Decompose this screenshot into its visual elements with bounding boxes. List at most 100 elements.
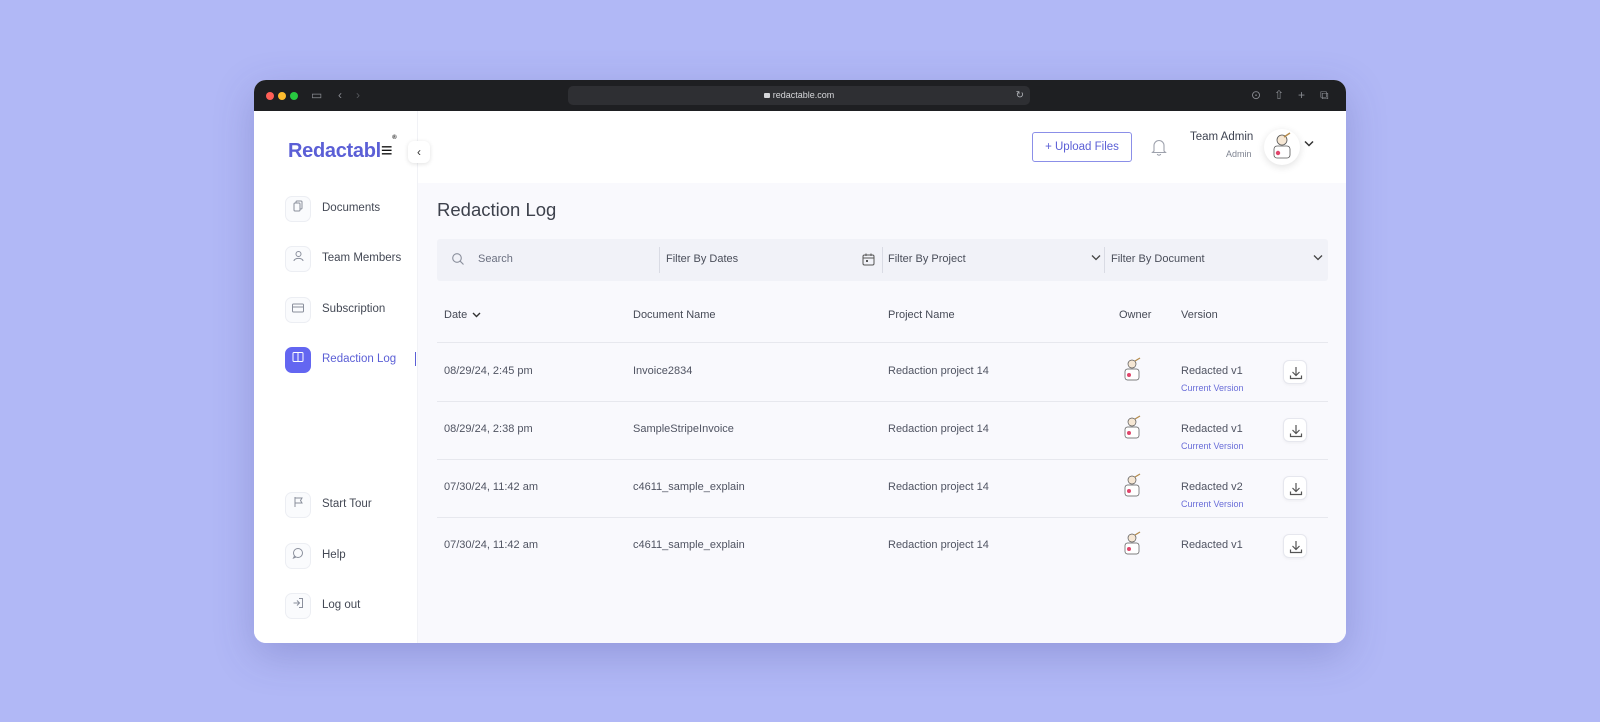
logout-icon xyxy=(285,593,311,619)
row-project-name: Redaction project 14 xyxy=(888,539,989,551)
download-button[interactable] xyxy=(1283,534,1307,558)
download-button[interactable] xyxy=(1283,360,1307,384)
sidebar-item-team-members[interactable]: Team Members xyxy=(285,246,415,274)
user-icon xyxy=(285,246,311,272)
sidebar-item-label: Subscription xyxy=(322,303,386,315)
row-version: Redacted v1 xyxy=(1181,539,1243,551)
filter-by-document[interactable]: Filter By Document xyxy=(1111,253,1205,265)
sidebar-item-subscription[interactable]: Subscription xyxy=(285,297,415,325)
avatar[interactable] xyxy=(1264,129,1300,165)
new-tab-icon[interactable]: + xyxy=(1298,88,1305,102)
sidebar-toggle-icon[interactable]: ▭ xyxy=(311,88,322,102)
url-text: redactable.com xyxy=(772,90,835,100)
documents-icon xyxy=(285,196,311,222)
upload-files-button[interactable]: + Upload Files xyxy=(1032,132,1132,162)
card-icon xyxy=(285,297,311,323)
row-version: Redacted v1 xyxy=(1181,365,1243,377)
sidebar-item-label: Start Tour xyxy=(322,498,372,510)
download-icon xyxy=(1289,425,1303,438)
active-indicator xyxy=(415,352,416,366)
download-icon xyxy=(1289,541,1303,554)
filter-by-dates[interactable]: Filter By Dates xyxy=(666,253,738,265)
tabs-overview-icon[interactable]: ⧉ xyxy=(1320,88,1329,102)
owner-avatar xyxy=(1124,531,1141,555)
reload-icon[interactable]: ↻ xyxy=(1016,86,1024,105)
owner-avatar xyxy=(1124,415,1141,439)
row-project-name: Redaction project 14 xyxy=(888,481,989,493)
downloads-icon[interactable]: ⊙ xyxy=(1251,88,1261,102)
table-row[interactable]: 08/29/24, 2:38 pm SampleStripeInvoice Re… xyxy=(437,401,1328,459)
calendar-icon[interactable] xyxy=(862,253,875,266)
back-icon[interactable]: ‹ xyxy=(338,88,342,102)
owner-avatar xyxy=(1124,357,1141,381)
close-window-button[interactable] xyxy=(266,92,274,100)
search-input[interactable]: Search xyxy=(478,253,513,265)
maximize-window-button[interactable] xyxy=(290,92,298,100)
page-title: Redaction Log xyxy=(437,199,557,220)
sidebar-item-redaction-log[interactable]: Redaction Log xyxy=(285,347,416,375)
logo-text: Redactabl xyxy=(288,140,381,162)
browser-window: ▭ ‹ › redactable.com ↻ ⊙ ⇧ + ⧉ Redactabl… xyxy=(254,80,1346,643)
download-button[interactable] xyxy=(1283,418,1307,442)
sidebar-item-start-tour[interactable]: Start Tour xyxy=(285,492,415,520)
logo-registered: ® xyxy=(392,135,397,142)
column-header-label: Date xyxy=(444,309,468,321)
sidebar-item-label: Team Members xyxy=(322,252,402,264)
row-date: 08/29/24, 2:45 pm xyxy=(444,365,533,377)
sidebar-item-documents[interactable]: Documents xyxy=(285,196,415,224)
sidebar: Redactabl≡® ‹ Documents Team Members Sub… xyxy=(254,111,430,643)
filter-by-project[interactable]: Filter By Project xyxy=(888,253,966,265)
column-header-document-name: Document Name xyxy=(633,309,716,321)
address-bar[interactable]: redactable.com ↻ xyxy=(568,86,1030,105)
row-version: Redacted v2 xyxy=(1181,481,1243,493)
filter-bar: Search Filter By Dates Filter By Project… xyxy=(437,239,1328,281)
table-row[interactable]: 08/29/24, 2:45 pm Invoice2834 Redaction … xyxy=(437,343,1328,401)
lock-icon xyxy=(763,93,770,98)
row-document-name: c4611_sample_explain xyxy=(633,481,745,493)
row-project-name: Redaction project 14 xyxy=(888,423,989,435)
sidebar-item-help[interactable]: Help xyxy=(285,543,415,571)
browser-toolbar: ▭ ‹ › redactable.com ↻ ⊙ ⇧ + ⧉ xyxy=(254,80,1346,111)
collapse-sidebar-button[interactable]: ‹ xyxy=(408,141,430,163)
bell-icon[interactable] xyxy=(1150,137,1168,157)
flag-icon xyxy=(285,492,311,518)
divider xyxy=(882,247,883,273)
chat-icon xyxy=(285,543,311,569)
download-icon xyxy=(1289,367,1303,380)
sort-chevron-icon xyxy=(472,310,481,320)
column-header-owner: Owner xyxy=(1119,309,1152,321)
current-version-label: Current Version xyxy=(1181,441,1244,451)
chevron-down-icon[interactable] xyxy=(1304,139,1314,150)
chevron-down-icon[interactable] xyxy=(1313,254,1323,261)
forward-icon[interactable]: › xyxy=(356,88,360,102)
redactable-logo[interactable]: Redactabl≡® xyxy=(288,135,397,163)
divider xyxy=(1104,247,1105,273)
owner-avatar xyxy=(1124,473,1141,497)
current-version-label: Current Version xyxy=(1181,499,1244,509)
sidebar-item-label: Log out xyxy=(322,599,361,611)
search-icon xyxy=(452,253,464,265)
column-header-date[interactable]: Date xyxy=(444,309,481,321)
sidebar-item-label: Documents xyxy=(322,202,381,214)
table-row[interactable]: 07/30/24, 11:42 am c4611_sample_explain … xyxy=(437,517,1328,575)
chevron-down-icon[interactable] xyxy=(1091,254,1101,261)
book-icon xyxy=(285,347,311,373)
logo-mark: ≡ xyxy=(380,140,393,162)
sidebar-item-log-out[interactable]: Log out xyxy=(285,593,415,621)
column-header-project-name: Project Name xyxy=(888,309,955,321)
row-document-name: c4611_sample_explain xyxy=(633,539,745,551)
download-button[interactable] xyxy=(1283,476,1307,500)
sidebar-item-label: Redaction Log xyxy=(322,353,397,365)
row-date: 07/30/24, 11:42 am xyxy=(444,481,538,493)
row-version: Redacted v1 xyxy=(1181,423,1243,435)
row-document-name: Invoice2834 xyxy=(633,365,693,377)
row-document-name: SampleStripeInvoice xyxy=(633,423,734,435)
row-date: 08/29/24, 2:38 pm xyxy=(444,423,533,435)
download-icon xyxy=(1289,483,1303,496)
user-role: Admin xyxy=(1226,149,1252,159)
table-row[interactable]: 07/30/24, 11:42 am c4611_sample_explain … xyxy=(437,459,1328,517)
divider xyxy=(659,247,660,273)
column-header-version: Version xyxy=(1181,309,1218,321)
share-icon[interactable]: ⇧ xyxy=(1274,88,1284,102)
minimize-window-button[interactable] xyxy=(278,92,286,100)
